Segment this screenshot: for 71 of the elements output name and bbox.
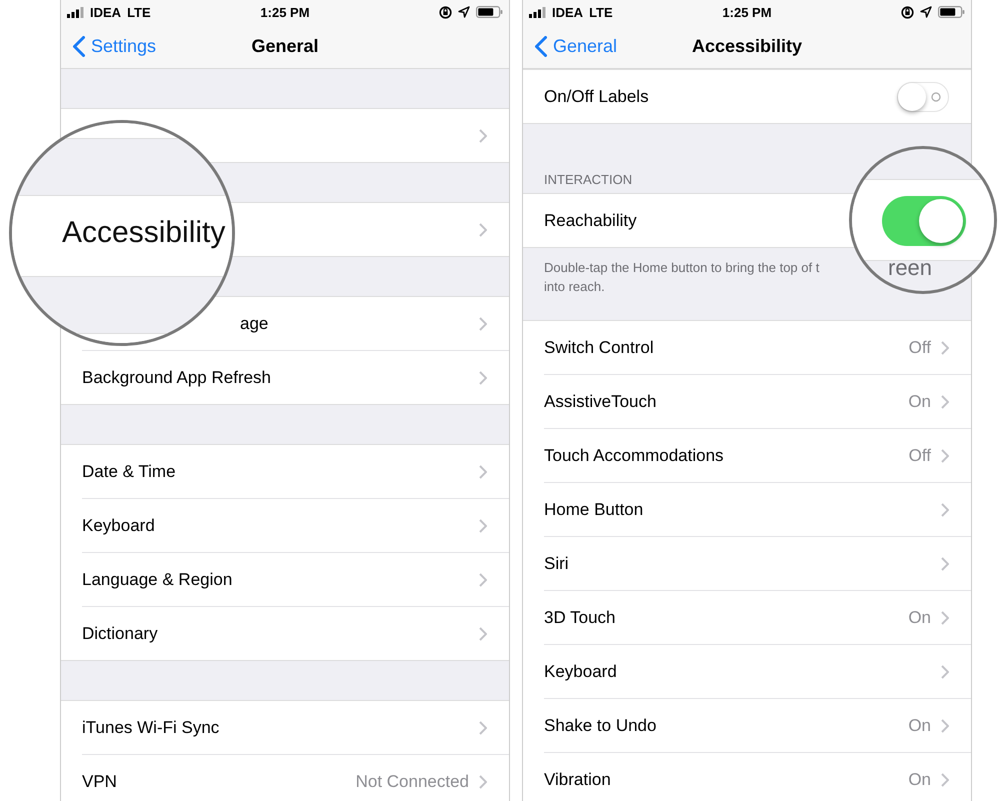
setting-label[interactable]: Keyboard bbox=[544, 662, 617, 680]
chevron-icon bbox=[941, 556, 949, 570]
network-type: LTE bbox=[127, 4, 151, 20]
carrier-name: IDEA bbox=[90, 4, 122, 20]
chevron-icon bbox=[479, 720, 487, 734]
setting-label[interactable]: Touch Accommodations bbox=[544, 446, 724, 464]
setting-label[interactable]: Language & Region bbox=[82, 570, 232, 588]
location-arrow-icon bbox=[458, 6, 470, 18]
chevron-icon bbox=[941, 610, 949, 624]
setting-label[interactable]: Vibration bbox=[544, 770, 611, 788]
chevron-icon bbox=[941, 664, 949, 678]
back-button[interactable]: Settings bbox=[73, 36, 156, 56]
setting-label[interactable]: Reachability bbox=[544, 210, 637, 230]
setting-label[interactable]: Switch Control bbox=[544, 338, 654, 356]
location-arrow-icon bbox=[920, 6, 932, 18]
chevron-icon bbox=[941, 772, 949, 786]
setting-label[interactable]: Siri bbox=[544, 554, 569, 572]
chevron-icon bbox=[479, 626, 487, 640]
section-footer: Double-tap the Home button to bring the top of t into reach. bbox=[544, 258, 820, 296]
setting-label[interactable]: Home Button bbox=[544, 500, 644, 518]
chevron-icon bbox=[941, 340, 949, 354]
setting-value: On bbox=[908, 608, 931, 628]
signal-icon bbox=[67, 6, 84, 18]
battery-icon bbox=[938, 6, 965, 18]
setting-value: On bbox=[908, 392, 931, 412]
setting-label[interactable]: On/Off Labels bbox=[544, 86, 649, 106]
chevron-icon bbox=[479, 464, 487, 478]
back-button[interactable]: General bbox=[535, 36, 618, 56]
chevron-icon bbox=[479, 370, 487, 384]
setting-label[interactable]: age bbox=[240, 314, 268, 332]
back-chevron-icon bbox=[73, 36, 85, 56]
rotation-lock-icon bbox=[900, 6, 914, 18]
status-time: 1:25 PM bbox=[260, 4, 310, 20]
chevron-icon bbox=[479, 222, 487, 236]
setting-label[interactable]: VPN bbox=[82, 772, 117, 790]
rotation-lock-icon bbox=[438, 6, 452, 18]
carrier-name: IDEA bbox=[552, 4, 584, 20]
toggle-switch[interactable] bbox=[897, 82, 949, 112]
setting-value: On bbox=[908, 716, 931, 736]
setting-value: On bbox=[908, 770, 931, 790]
chevron-icon bbox=[941, 394, 949, 408]
chevron-icon bbox=[941, 502, 949, 516]
network-type: LTE bbox=[589, 4, 613, 20]
setting-label[interactable]: iTunes Wi-Fi Sync bbox=[82, 718, 220, 736]
chevron-icon bbox=[941, 718, 949, 732]
back-chevron-icon bbox=[535, 36, 547, 56]
chevron-icon bbox=[941, 448, 949, 462]
screen-title: General bbox=[251, 36, 319, 56]
setting-label[interactable]: AssistiveTouch bbox=[544, 392, 656, 410]
magnified-label: Accessibility bbox=[62, 216, 226, 250]
chevron-icon bbox=[479, 316, 487, 330]
setting-value: Off bbox=[908, 446, 931, 466]
chevron-icon bbox=[479, 128, 487, 142]
setting-label[interactable]: 3D Touch bbox=[544, 608, 616, 626]
chevron-icon bbox=[479, 572, 487, 586]
setting-value: Not Connected bbox=[356, 772, 469, 792]
signal-icon bbox=[529, 6, 546, 18]
setting-label[interactable]: Date & Time bbox=[82, 462, 176, 480]
battery-icon bbox=[476, 6, 503, 18]
status-time: 1:25 PM bbox=[722, 4, 772, 20]
screen-title: Accessibility bbox=[692, 36, 802, 56]
setting-label[interactable]: Shake to Undo bbox=[544, 716, 656, 734]
setting-label[interactable]: Dictionary bbox=[82, 624, 158, 642]
magnified-text: reen bbox=[888, 255, 932, 281]
chevron-icon bbox=[479, 518, 487, 532]
section-header: INTERACTION bbox=[544, 172, 632, 187]
chevron-icon bbox=[479, 774, 487, 788]
setting-value: Off bbox=[908, 338, 931, 358]
setting-label[interactable]: Keyboard bbox=[82, 516, 155, 534]
setting-label[interactable]: Background App Refresh bbox=[82, 368, 272, 386]
circle-icon bbox=[931, 92, 941, 102]
